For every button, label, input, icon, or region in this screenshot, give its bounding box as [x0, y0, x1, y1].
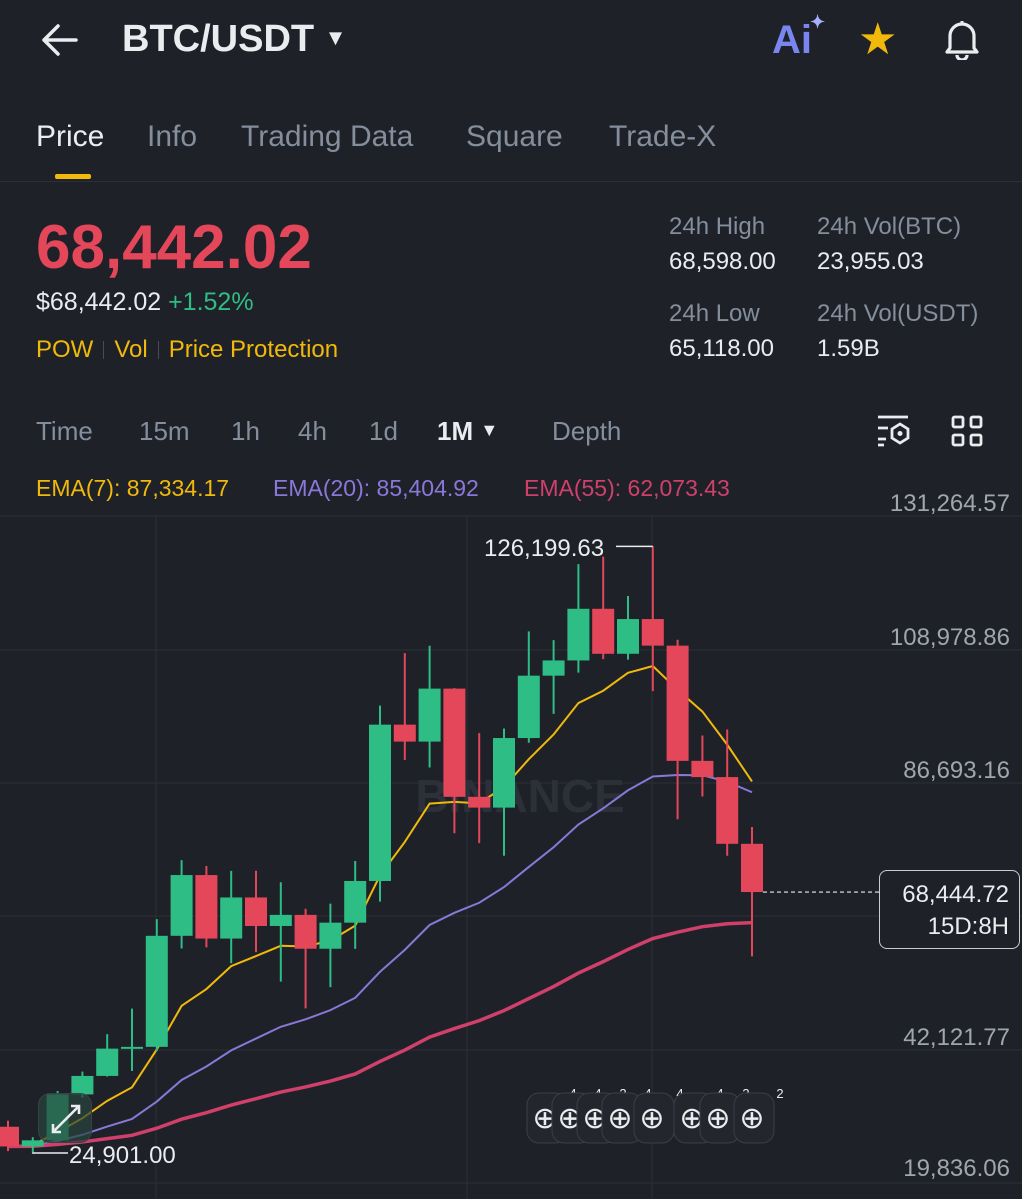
- event-count-badge: 2: [776, 1086, 783, 1101]
- candle-up: [269, 914, 292, 926]
- candle-down: [0, 1126, 19, 1147]
- candle-down: [443, 688, 466, 797]
- candle-up: [121, 1046, 143, 1049]
- candle-up: [567, 608, 590, 661]
- candle-down: [691, 760, 714, 778]
- y-tick: 131,264.57: [889, 490, 1010, 517]
- candle-up: [96, 1048, 119, 1076]
- candle-up: [344, 880, 367, 923]
- candle-up: [71, 1075, 94, 1095]
- candle-down: [641, 619, 664, 646]
- candle-up: [517, 675, 540, 739]
- candle-down: [716, 777, 739, 844]
- candle-down: [393, 724, 416, 742]
- candle-down: [592, 608, 615, 654]
- globe-icon: ⊕: [639, 1102, 664, 1135]
- y-tick: 86,693.16: [903, 757, 1010, 784]
- expand-icon: [51, 1104, 81, 1134]
- candle-up: [542, 660, 565, 676]
- globe-icon: ⊕: [739, 1102, 764, 1135]
- globe-icon: ⊕: [607, 1102, 632, 1135]
- candlestick-chart[interactable]: BINANCE ⊕4⊕4⊕2⊕4⊕4⊕4⊕3⊕2: [0, 0, 1022, 1199]
- y-tick: 108,978.86: [889, 624, 1010, 651]
- candle-countdown: 15D:8H: [927, 913, 1009, 940]
- current-price-box[interactable]: 68,444.72 15D:8H: [879, 870, 1020, 949]
- y-tick: 19,836.06: [903, 1155, 1010, 1182]
- candle-up: [617, 619, 639, 654]
- candle-down: [195, 875, 218, 939]
- expand-chart-button[interactable]: [38, 1093, 92, 1143]
- y-tick: 42,121.77: [903, 1024, 1010, 1051]
- current-price: 68,444.72: [902, 881, 1009, 908]
- candle-up: [170, 875, 193, 936]
- candle-down: [468, 796, 491, 808]
- candle-down: [741, 843, 763, 893]
- min-price-label: 24,901.00: [69, 1142, 176, 1169]
- globe-icon: ⊕: [705, 1102, 730, 1135]
- candle-up: [220, 897, 243, 939]
- candle-up: [418, 688, 441, 742]
- candle-up: [493, 738, 515, 808]
- candle-up: [145, 935, 168, 1047]
- candle-down: [666, 645, 689, 761]
- candle-down: [245, 897, 267, 926]
- max-price-label: 126,199.63: [484, 535, 605, 562]
- candle-up: [369, 724, 391, 881]
- candle-up: [319, 922, 342, 949]
- candle-down: [294, 914, 317, 949]
